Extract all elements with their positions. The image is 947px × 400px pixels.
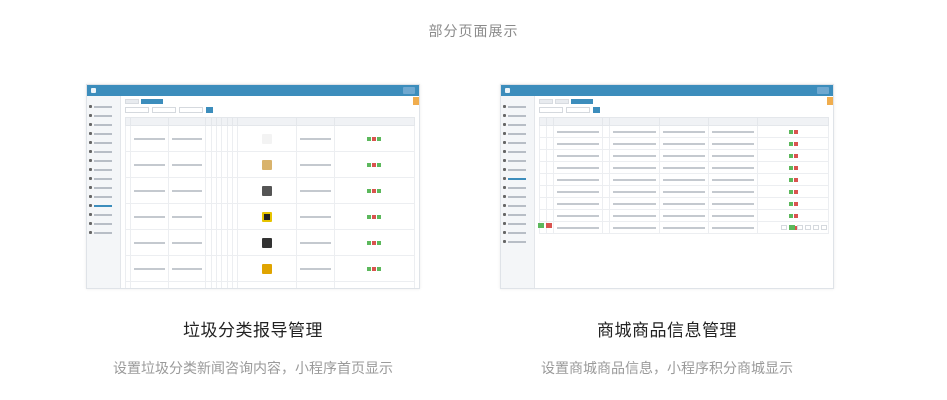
user-avatar-icon bbox=[403, 87, 415, 94]
thumbnail-sidebar bbox=[87, 96, 121, 288]
thumbnail-body bbox=[501, 96, 833, 288]
card-description: 设置垃圾分类新闻咨询内容，小程序首页显示 bbox=[113, 361, 393, 377]
card-title: 垃圾分类报导管理 bbox=[183, 321, 323, 341]
section-title: 部分页面展示 bbox=[428, 24, 519, 40]
screenshot-thumbnail[interactable] bbox=[500, 84, 834, 289]
card-title: 商城商品信息管理 bbox=[597, 321, 737, 341]
thumbnail-main bbox=[121, 96, 419, 288]
logo-icon bbox=[91, 88, 96, 93]
thumbnail-topbar bbox=[501, 85, 833, 96]
page: 部分页面展示 垃圾分类报导管理 设置垃圾分类新闻咨询内容，小程序首页显示 商城商… bbox=[0, 0, 947, 400]
feature-card-garbage-news: 垃圾分类报导管理 设置垃圾分类新闻咨询内容，小程序首页显示 bbox=[86, 84, 420, 378]
thumbnail-body bbox=[87, 96, 419, 288]
thumbnail-table bbox=[124, 117, 416, 288]
logo-icon bbox=[505, 88, 510, 93]
thumbnail-topbar bbox=[87, 85, 419, 96]
thumbnail-pagination bbox=[781, 225, 827, 230]
thumbnail-sidebar bbox=[501, 96, 535, 288]
card-description: 设置商城商品信息，小程序积分商城显示 bbox=[541, 361, 793, 377]
thumbnail-table bbox=[538, 117, 829, 234]
feature-card-mall-products: 商城商品信息管理 设置商城商品信息，小程序积分商城显示 bbox=[500, 84, 834, 378]
thumbnail-bulk-actions bbox=[538, 223, 552, 228]
thumbnail-main bbox=[535, 96, 833, 288]
screenshot-thumbnail[interactable] bbox=[86, 84, 420, 289]
user-avatar-icon bbox=[817, 87, 829, 94]
